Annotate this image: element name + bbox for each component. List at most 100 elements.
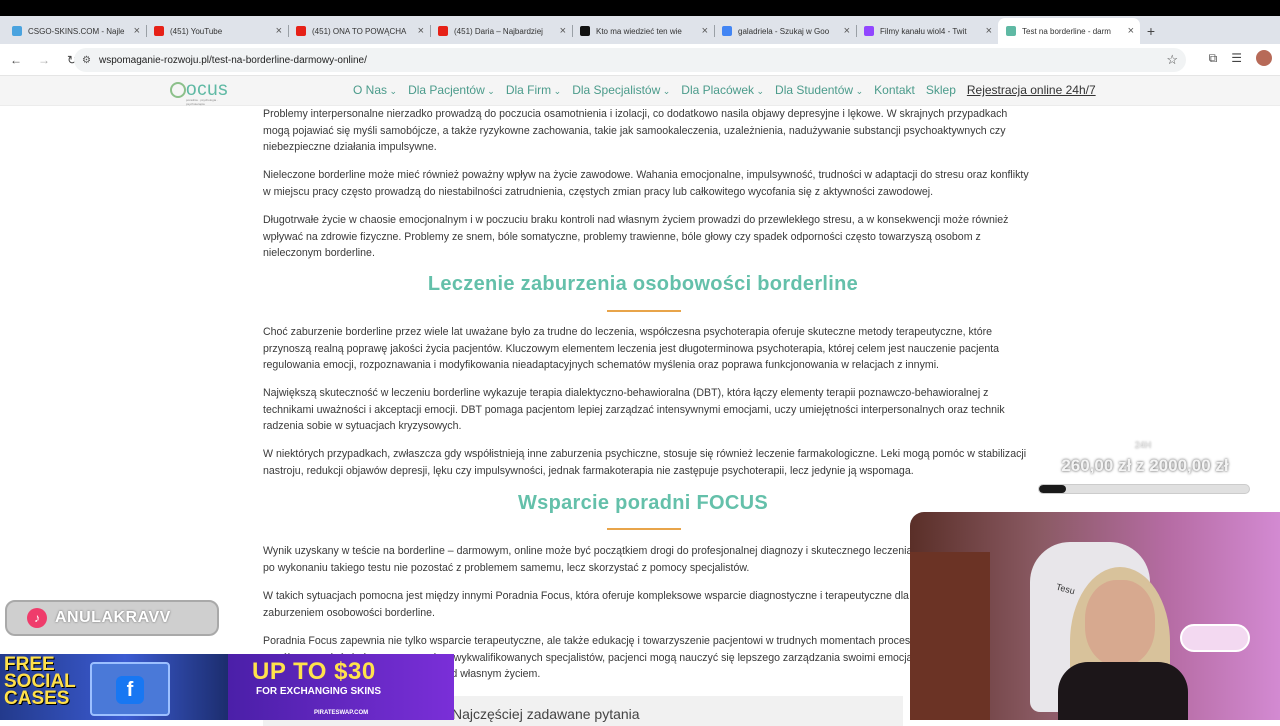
browser-tab[interactable]: (451) Daria – Najbardziej × <box>430 18 572 44</box>
section-heading-treatment: Leczenie zaburzenia osobowości borderlin… <box>427 273 859 295</box>
goal-label: 24H <box>1134 440 1152 450</box>
tab-favicon-icon <box>296 26 306 36</box>
section-heading-support: Wsparcie poradni FOCUS <box>518 492 768 514</box>
tab-favicon-icon <box>580 26 590 36</box>
browser-tab[interactable]: Filmy kanału wiol4 - Twit × <box>856 18 998 44</box>
browser-tab[interactable]: Kto ma wiedzieć ten wie × <box>572 18 714 44</box>
article-paragraph: Długotrwałe życie w chaosie emocjonalnym… <box>263 214 1009 259</box>
ad-headline: UP TO $30 <box>252 658 376 685</box>
tab-close-icon[interactable]: × <box>276 25 282 37</box>
tab-favicon-icon <box>1006 26 1016 36</box>
forward-icon[interactable]: → <box>32 48 56 72</box>
nav-menu-item[interactable]: Dla Placówek ⌄ <box>681 83 764 97</box>
heading-underline <box>607 528 681 530</box>
main-menu: O Nas ⌄ Dla Pacjentów ⌄ Dla Firm ⌄ Dla Spec… <box>353 83 1107 97</box>
article-paragraph: W niektórych przypadkach, zwłaszcza gdy … <box>263 448 1027 477</box>
article-paragraph: Największą skuteczność w leczeniu border… <box>263 387 1005 432</box>
webcam-shelf <box>910 552 990 720</box>
tab-close-icon[interactable]: × <box>844 25 850 37</box>
logo-tagline: poradnia · psychologia · psychoterapia <box>186 98 219 106</box>
chevron-down-icon: ⌄ <box>551 86 562 96</box>
streamer-body <box>1058 662 1188 720</box>
tab-close-icon[interactable]: × <box>134 25 140 37</box>
browser-tab[interactable]: Test na borderline - darm × <box>998 18 1140 44</box>
nav-menu-item[interactable]: Dla Pacjentów ⌄ <box>408 83 495 97</box>
nav-menu-label: Kontakt <box>874 83 915 97</box>
article-paragraph: Nieleczone borderline może mieć również … <box>263 169 1029 198</box>
logo-ring-icon <box>170 82 186 98</box>
browser-tab[interactable]: (451) ONA TO POWĄCHA × <box>288 18 430 44</box>
browser-tab[interactable]: CSGO-SKINS.COM - Najle × <box>4 18 146 44</box>
tiktok-icon: ♪ <box>27 608 47 628</box>
tab-close-icon[interactable]: × <box>1128 25 1134 37</box>
nav-menu-label: Sklep <box>925 83 956 97</box>
heading-underline <box>607 310 681 312</box>
address-bar: ← → ↻ ⚙ wspomaganie-rozwoju.pl/test-na-b… <box>0 44 1280 76</box>
tab-title: (451) YouTube <box>170 26 223 36</box>
online-registration-link[interactable]: Rejestracja online 24h/7 <box>967 83 1096 97</box>
tab-close-icon[interactable]: × <box>702 25 708 37</box>
new-tab-button[interactable]: + <box>1140 18 1162 44</box>
streamer-face <box>1085 580 1155 666</box>
tab-title: galadriela - Szukaj w Goo <box>738 26 830 36</box>
tab-close-icon[interactable]: × <box>560 25 566 37</box>
nav-menu-item[interactable]: Dla Specjalistów ⌄ <box>572 83 670 97</box>
tab-favicon-icon <box>438 26 448 36</box>
nav-menu-label: Dla Specjalistów <box>572 83 661 97</box>
back-icon[interactable]: ← <box>4 48 28 72</box>
extensions-icon[interactable]: ⧉ <box>1209 51 1218 66</box>
tab-title: (451) Daria – Najbardziej <box>454 26 543 36</box>
facebook-icon: f <box>116 676 144 704</box>
tab-strip: CSGO-SKINS.COM - Najle × (451) YouTube × (45… <box>0 16 1280 44</box>
streamer-webcam: Tesu <box>910 512 1280 720</box>
tab-title: (451) ONA TO POWĄCHA <box>312 26 407 36</box>
nav-menu-item[interactable]: O Nas ⌄ <box>353 83 397 97</box>
goal-progress-fill <box>1039 485 1067 493</box>
nav-menu-item[interactable]: Kontakt <box>874 83 915 97</box>
chevron-down-icon: ⌄ <box>660 86 671 96</box>
tab-favicon-icon <box>12 26 22 36</box>
tiktok-handle-badge: ♪ ANULAKRAVV <box>5 600 219 636</box>
browser-tab[interactable]: galadriela - Szukaj w Goo × <box>714 18 856 44</box>
tiktok-handle: ANULAKRAVV <box>55 609 171 626</box>
tab-favicon-icon <box>864 26 874 36</box>
nav-menu-label: Dla Firm <box>505 83 552 97</box>
article-paragraph: Choć zaburzenie borderline przez wiele l… <box>263 326 1000 371</box>
site-info-icon[interactable]: ⚙ <box>82 55 91 66</box>
browser-tab[interactable]: (451) YouTube × <box>146 18 288 44</box>
tab-title: CSGO-SKINS.COM - Najle <box>28 26 125 36</box>
microphone-icon <box>1180 624 1250 652</box>
nav-menu-item[interactable]: Dla Firm ⌄ <box>506 83 561 97</box>
goal-progress-bar <box>1038 484 1250 494</box>
url-text: wspomaganie-rozwoju.pl/test-na-borderlin… <box>98 54 367 66</box>
site-navigation: ocus poradnia · psychologia · psychotera… <box>0 76 1280 106</box>
tab-title: Test na borderline - darm <box>1022 26 1111 36</box>
tab-close-icon[interactable]: × <box>418 25 424 37</box>
nav-menu-label: Dla Placówek <box>681 83 754 97</box>
tab-title: Filmy kanału wiol4 - Twit <box>880 26 967 36</box>
chevron-down-icon: ⌄ <box>387 86 398 96</box>
focus-logo[interactable]: ocus poradnia · psychologia · psychotera… <box>170 79 232 106</box>
chevron-down-icon: ⌄ <box>853 86 864 96</box>
pirateswap-ad: UP TO $30 FOR EXCHANGING SKINS PIRATESWA… <box>228 654 454 720</box>
donation-goal-widget: 24H 260,00 zł z 2000,00 zł <box>1038 440 1252 494</box>
nav-menu-item[interactable]: Sklep <box>926 83 956 97</box>
sidepanel-icon[interactable]: ☰ <box>1231 51 1242 65</box>
chevron-down-icon: ⌄ <box>754 86 765 96</box>
nav-menu-item[interactable]: Dla Studentów ⌄ <box>775 83 863 97</box>
tab-title: Kto ma wiedzieć ten wie <box>596 26 682 36</box>
url-field[interactable]: ⚙ wspomaganie-rozwoju.pl/test-na-borderl… <box>74 48 1186 72</box>
ad-subline: FOR EXCHANGING SKINS <box>256 686 382 697</box>
tab-close-icon[interactable]: × <box>986 25 992 37</box>
profile-avatar[interactable] <box>1256 50 1272 66</box>
goal-amount: 260,00 zł z 2000,00 zł <box>1061 456 1229 475</box>
tab-favicon-icon <box>722 26 732 36</box>
ad-free-text: FREE SOCIAL CASES <box>4 654 76 709</box>
free-cases-ad: FREE SOCIAL CASES f <box>0 654 228 720</box>
nav-menu-label: O Nas <box>353 83 388 97</box>
article-paragraph: Problemy interpersonalne nierzadko prowa… <box>263 108 1008 153</box>
nav-menu-label: Dla Pacjentów <box>408 83 485 97</box>
bookmark-star-icon[interactable]: ☆ <box>1166 52 1178 68</box>
top-black-strip <box>0 0 1280 16</box>
chevron-down-icon: ⌄ <box>484 86 495 96</box>
